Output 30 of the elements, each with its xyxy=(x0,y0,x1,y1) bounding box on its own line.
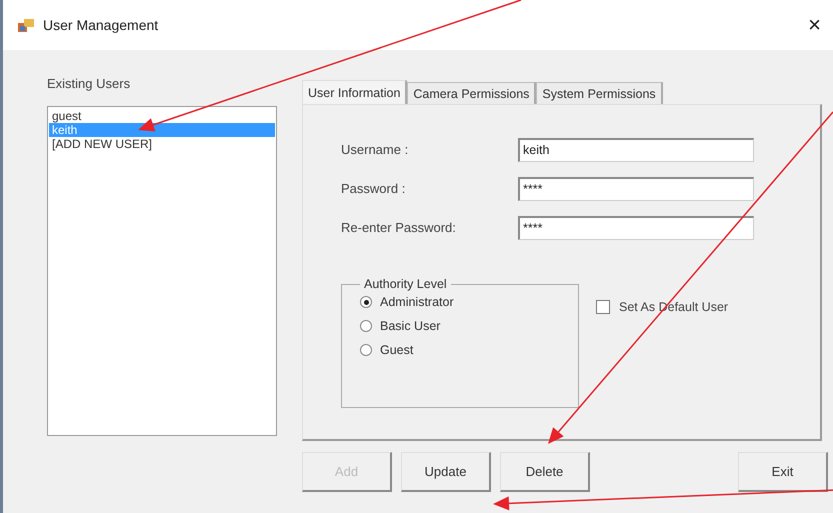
group-legend: Authority Level xyxy=(360,277,451,291)
radio-icon[interactable] xyxy=(360,296,372,308)
tab[interactable]: Camera Permissions xyxy=(407,82,536,104)
radio-label: Guest xyxy=(380,343,414,357)
tab[interactable]: User Information xyxy=(302,80,408,104)
user-list-item[interactable]: [ADD NEW USER] xyxy=(49,137,275,151)
radio-label: Basic User xyxy=(380,319,440,333)
radio-icon[interactable] xyxy=(360,344,372,356)
radio-icon[interactable] xyxy=(360,320,372,332)
exit-button[interactable]: Exit xyxy=(738,452,828,492)
user-list[interactable]: guest keith [ADD NEW USER] xyxy=(47,106,277,436)
field-label: Password : xyxy=(341,181,406,196)
tab[interactable]: System Permissions xyxy=(536,82,663,104)
checkbox-icon[interactable] xyxy=(596,300,610,314)
radio-option[interactable]: Guest xyxy=(360,343,578,357)
field-label: Username : xyxy=(341,142,410,157)
field-label: Re-enter Password: xyxy=(341,220,457,235)
user-list-item[interactable]: guest xyxy=(49,109,275,123)
window-title: User Management xyxy=(43,17,160,33)
input-field[interactable]: **** xyxy=(518,216,754,240)
radio-label: Administrator xyxy=(380,295,454,309)
radio-option[interactable]: Basic User xyxy=(360,319,578,333)
close-button[interactable]: × xyxy=(804,12,825,38)
list-label: Existing Users xyxy=(47,76,132,91)
input-field[interactable]: **** xyxy=(518,176,754,200)
action-button[interactable]: Update xyxy=(401,452,491,492)
input-field[interactable]: keith xyxy=(518,138,754,162)
action-button[interactable]: Delete xyxy=(500,452,590,492)
app-icon xyxy=(17,17,35,33)
radio-option[interactable]: Administrator xyxy=(360,295,578,309)
